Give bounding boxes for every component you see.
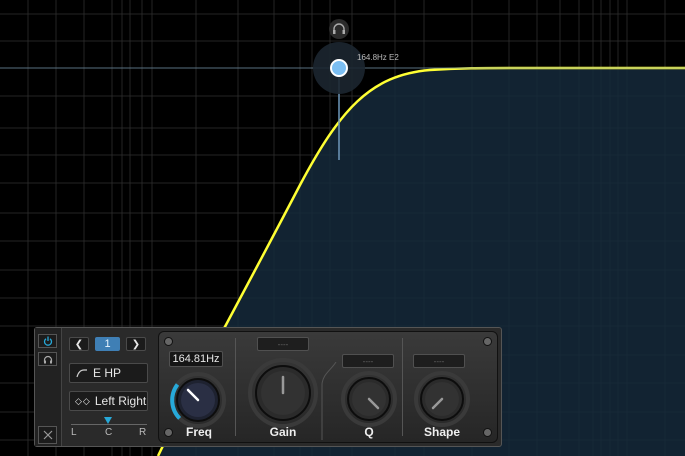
band-number-display[interactable]: 1 [95, 337, 120, 351]
divider [235, 338, 236, 436]
filter-type-dropdown[interactable]: E HP [69, 363, 148, 383]
q-label: Q [364, 425, 374, 439]
pan-right-label: R [139, 427, 147, 438]
gain-knob[interactable] [247, 357, 319, 429]
divider [321, 362, 337, 440]
freq-knob[interactable] [169, 371, 227, 429]
close-icon [43, 430, 52, 440]
listen-button[interactable] [38, 352, 57, 366]
freq-value-display[interactable]: 164.81Hz [169, 351, 223, 367]
node-listen-icon[interactable] [329, 19, 349, 39]
pan-center-label: C [105, 427, 113, 438]
pan-left-label: L [71, 427, 77, 438]
shape-value-display[interactable]: ---- [413, 354, 465, 368]
chevron-right-icon: ❯ [131, 338, 141, 350]
screw [483, 337, 492, 346]
close-band-button[interactable] [38, 426, 57, 444]
divider [402, 338, 403, 436]
band-editor-panel: ❮ 1 ❯ E HP ◇◇ Left Right L C R 164.81Hz … [34, 327, 502, 447]
shape-knob[interactable] [413, 370, 471, 428]
channel-mode-dropdown[interactable]: ◇◇ Left Right [69, 391, 148, 411]
band-number: 1 [104, 338, 111, 350]
screw [164, 337, 173, 346]
screw [483, 428, 492, 437]
band-side-column [35, 328, 62, 446]
stereo-link-icon: ◇◇ [75, 395, 91, 406]
knob-section: 164.81Hz ---- ---- ---- Freq Gain Q Shap… [158, 331, 498, 443]
node-frequency-label: 164.8Hz E2 [357, 53, 399, 62]
band-node-handle[interactable] [330, 59, 348, 77]
pan-indicator-icon [104, 417, 112, 424]
pan-slider[interactable]: L C R [71, 416, 147, 442]
q-value-display[interactable]: ---- [342, 354, 394, 368]
prev-band-button[interactable]: ❮ [69, 337, 89, 351]
headphones-icon [43, 355, 52, 363]
filter-type-label: E HP [93, 366, 122, 380]
gain-label: Gain [269, 425, 297, 439]
q-knob[interactable] [340, 370, 398, 428]
power-icon [43, 336, 52, 346]
chevron-left-icon: ❮ [74, 338, 84, 350]
shape-label: Shape [423, 425, 460, 439]
freq-label: Freq [185, 425, 212, 439]
power-button[interactable] [38, 334, 57, 348]
channel-mode-label: Left Right [94, 394, 147, 408]
next-band-button[interactable]: ❯ [126, 337, 146, 351]
gain-value-display[interactable]: ---- [257, 337, 309, 351]
highpass-shape-icon [76, 368, 87, 377]
